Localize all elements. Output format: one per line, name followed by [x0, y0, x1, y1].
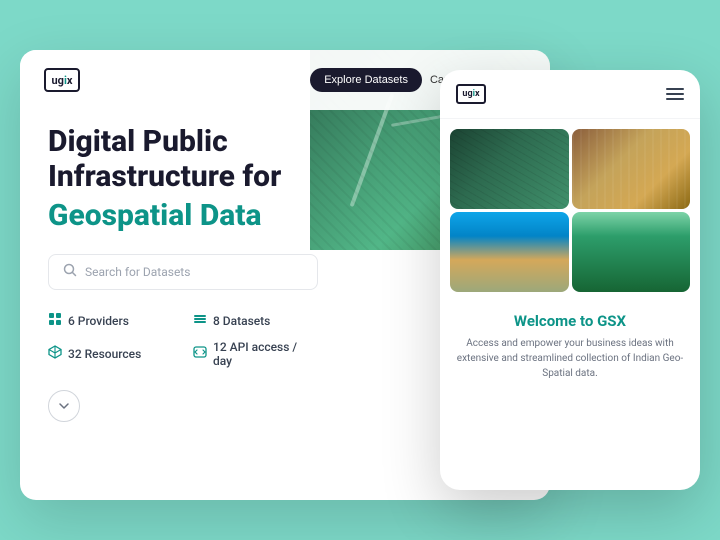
- stat-datasets: 8 Datasets: [193, 312, 318, 330]
- city-image: [572, 129, 691, 209]
- forest-image: [450, 129, 569, 209]
- logo: ugix: [44, 68, 80, 92]
- stat-providers: 6 Providers: [48, 312, 173, 330]
- resources-value: 32 Resources: [68, 347, 141, 361]
- logo-teal-letter: i: [64, 74, 67, 87]
- scene: ugix Explore Datasets Canvas Playground …: [20, 30, 700, 510]
- resources-icon: [48, 345, 62, 363]
- welcome-description: Access and empower your business ideas w…: [456, 336, 684, 381]
- api-icon: [193, 345, 207, 363]
- api-value: 12 API access / day: [213, 340, 318, 368]
- mobile-logo: ugix: [456, 84, 486, 104]
- mobile-logo-teal: i: [473, 89, 475, 99]
- mobile-image-grid: [440, 119, 700, 302]
- providers-icon: [48, 312, 62, 330]
- datasets-value: 8 Datasets: [213, 314, 270, 328]
- stats-grid: 6 Providers 8 Datasets: [48, 312, 318, 368]
- search-bar[interactable]: Search for Datasets: [48, 254, 318, 290]
- logo-box: ugix: [44, 68, 80, 92]
- search-icon: [63, 263, 77, 281]
- mobile-welcome-section: Welcome to GSX Access and empower your b…: [440, 302, 700, 391]
- hero-title-teal: Geospatial Data: [48, 198, 318, 234]
- explore-datasets-button[interactable]: Explore Datasets: [310, 68, 422, 92]
- mobile-card: ugix Welcome to GSX Access and empower y…: [440, 70, 700, 490]
- scroll-down-button[interactable]: [48, 390, 80, 422]
- hero-title: Digital Public Infrastructure for: [48, 125, 318, 194]
- stat-resources: 32 Resources: [48, 340, 173, 368]
- beach-image: [450, 212, 569, 292]
- hero-content: Digital Public Infrastructure for Geospa…: [48, 125, 318, 422]
- search-placeholder: Search for Datasets: [85, 265, 190, 279]
- providers-value: 6 Providers: [68, 314, 129, 328]
- welcome-title: Welcome to GSX: [456, 312, 684, 330]
- hills-image: [572, 212, 691, 292]
- mobile-navbar: ugix: [440, 70, 700, 119]
- stat-api: 12 API access / day: [193, 340, 318, 368]
- welcome-brand: GSX: [597, 312, 626, 330]
- datasets-icon: [193, 312, 207, 330]
- hamburger-menu[interactable]: [666, 88, 684, 100]
